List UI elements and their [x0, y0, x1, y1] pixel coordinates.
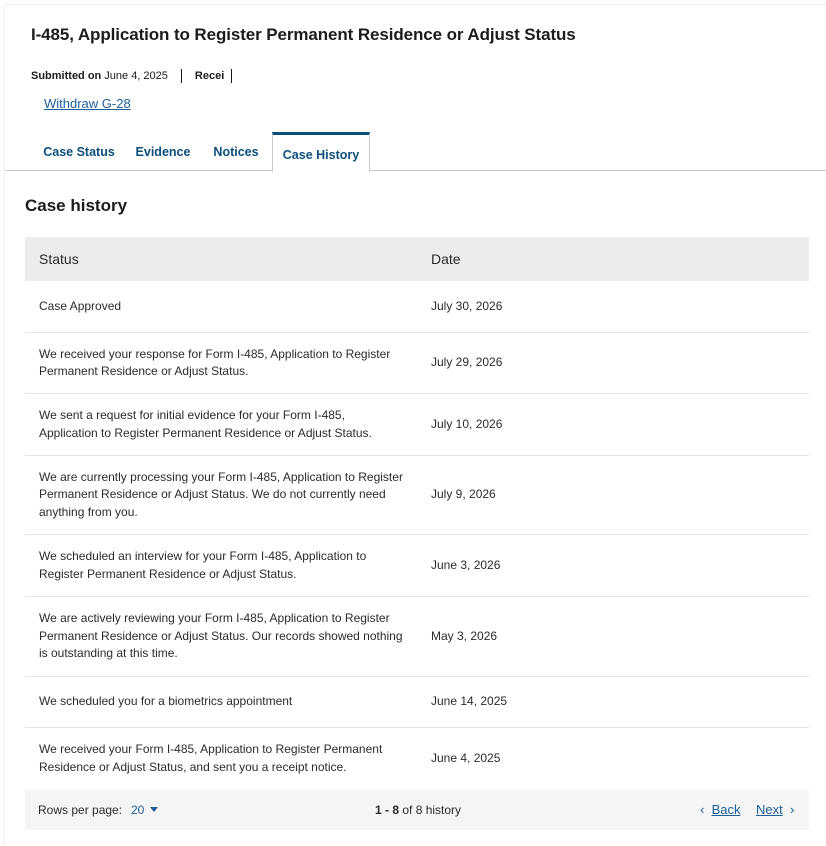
page-title: I-485, Application to Register Permanent… — [31, 25, 576, 44]
tab-notices[interactable]: Notices — [201, 132, 271, 171]
row-status: We scheduled an interview for your Form … — [39, 549, 367, 581]
row-date: July 30, 2026 — [431, 298, 503, 313]
table-row: We scheduled you for a biometrics appoin… — [25, 677, 809, 728]
row-status: We are currently processing your Form I-… — [39, 469, 403, 519]
back-label: Back — [711, 802, 741, 817]
table-header: Status Date — [25, 237, 809, 281]
rows-per-page-select[interactable]: 20 — [131, 803, 159, 817]
row-status: We sent a request for initial evidence f… — [39, 408, 372, 440]
table-row: We received your response for Form I-485… — [25, 333, 809, 394]
row-status: We are actively reviewing your Form I-48… — [39, 611, 403, 661]
row-date: July 9, 2026 — [431, 487, 496, 502]
table-row: We received your Form I-485, Application… — [25, 728, 809, 789]
next-label: Next — [756, 802, 783, 817]
next-button[interactable]: Next › — [756, 802, 794, 817]
tab-evidence[interactable]: Evidence — [126, 132, 200, 171]
submitted-label: Submitted on — [31, 70, 102, 82]
meta-divider — [180, 69, 182, 83]
case-history-heading: Case history — [25, 196, 128, 215]
case-card: I-485, Application to Register Permanent… — [4, 4, 826, 846]
table-row: We sent a request for initial evidence f… — [25, 394, 809, 456]
row-status: We received your response for Form I-485… — [39, 346, 391, 379]
caret-down-icon — [150, 807, 159, 812]
tab-case-status[interactable]: Case Status — [33, 132, 125, 171]
row-date: June 14, 2025 — [431, 694, 508, 709]
row-date: June 4, 2025 — [431, 750, 501, 765]
row-date: July 10, 2026 — [431, 416, 503, 431]
table-row: We are actively reviewing your Form I-48… — [25, 597, 809, 677]
receipt-label: Recei — [194, 70, 225, 82]
pagination-bar: Rows per page: 20 1 - 8 of 8 history ‹ B… — [25, 790, 809, 830]
tab-bar: Case Status Evidence Notices Case Histor… — [5, 132, 826, 172]
case-meta: Submitted on June 4, 2025 Recei — [31, 69, 245, 83]
rows-per-page-label: Rows per page: — [38, 803, 123, 817]
table-row: Case Approved July 30, 2026 — [25, 281, 809, 333]
chevron-right-icon: › — [789, 802, 795, 817]
tab-case-history[interactable]: Case History — [272, 132, 370, 172]
row-date: June 3, 2026 — [431, 557, 501, 572]
case-history-table: Status Date Case Approved July 30, 2026 … — [25, 237, 809, 789]
table-row: We are currently processing your Form I-… — [25, 456, 809, 535]
row-status: We scheduled you for a biometrics appoin… — [39, 694, 293, 709]
submitted-date: June 4, 2025 — [104, 70, 168, 82]
row-status: We received your Form I-485, Application… — [39, 742, 383, 774]
row-date: May 3, 2026 — [431, 628, 498, 643]
column-header-status: Status — [39, 251, 79, 267]
back-button[interactable]: ‹ Back — [700, 802, 740, 817]
range-value: 1 - 8 — [375, 803, 400, 817]
rows-per-page-value: 20 — [131, 803, 145, 817]
row-status: Case Approved — [39, 298, 122, 313]
range-suffix: of 8 history — [402, 803, 462, 817]
withdraw-g28-link[interactable]: Withdraw G-28 — [44, 96, 131, 111]
meta-divider — [231, 69, 233, 83]
table-row: We scheduled an interview for your Form … — [25, 535, 809, 597]
chevron-left-icon: ‹ — [700, 802, 705, 817]
column-header-date: Date — [431, 251, 461, 267]
pagination-range: 1 - 8 of 8 history — [375, 803, 461, 817]
row-date: July 29, 2026 — [431, 355, 503, 370]
